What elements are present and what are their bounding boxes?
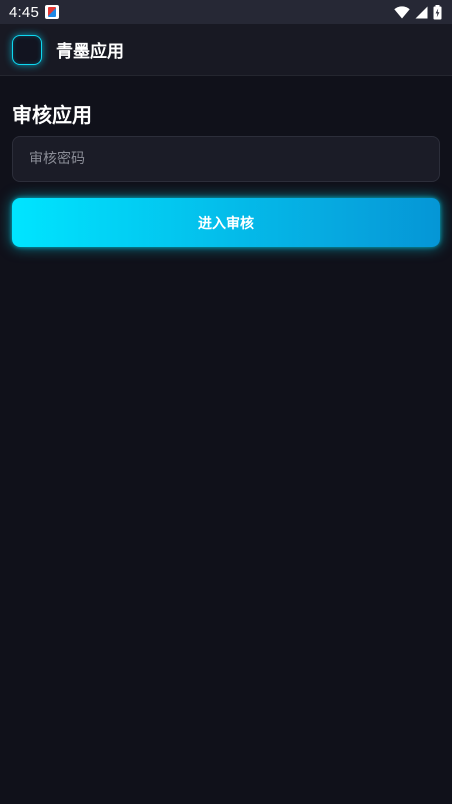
review-password-input[interactable] (12, 136, 440, 182)
status-bar-left: 4:45 (9, 4, 59, 21)
app-title: 青墨应用 (56, 42, 124, 62)
app-screen: 4:45 青墨应用 审核应用 进入审核 (0, 0, 452, 804)
status-time: 4:45 (9, 3, 39, 21)
page-title: 审核应用 (12, 103, 92, 127)
cellular-signal-icon (415, 6, 428, 19)
app-logo-icon (12, 34, 42, 65)
wifi-icon (394, 5, 410, 19)
notification-app-icon (45, 5, 59, 19)
enter-review-button[interactable]: 进入审核 (12, 198, 440, 247)
battery-charging-icon (433, 4, 442, 20)
app-bar: 青墨应用 (0, 24, 452, 76)
status-bar: 4:45 (0, 0, 452, 24)
status-bar-right (394, 4, 442, 20)
